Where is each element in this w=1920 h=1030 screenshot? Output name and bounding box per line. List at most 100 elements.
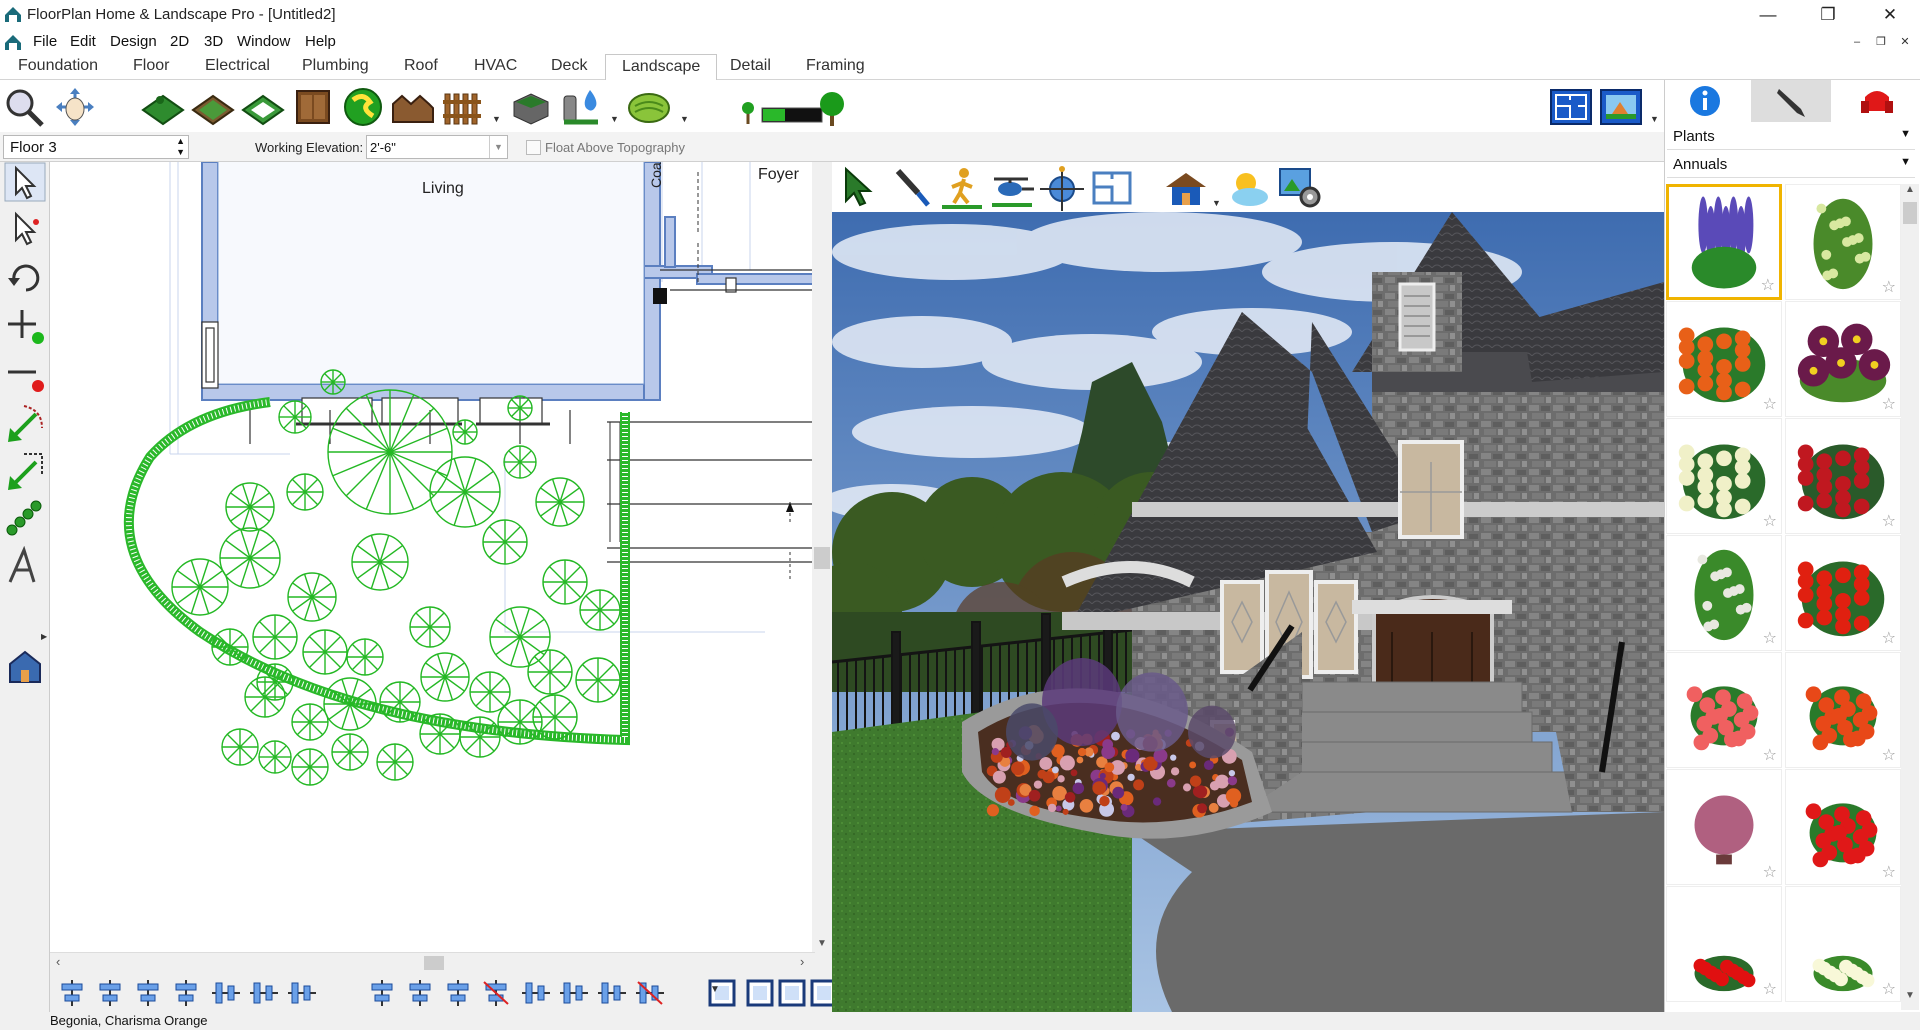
plant-item[interactable]: ☆ xyxy=(1666,418,1782,534)
sprinkler-dropdown-icon[interactable]: ▼ xyxy=(610,114,619,124)
align-top-icon[interactable] xyxy=(210,978,242,1008)
plan-horizontal-scrollbar[interactable]: ‹ › xyxy=(50,952,815,972)
region-icon[interactable] xyxy=(190,86,236,128)
3d-select-arrow-icon[interactable] xyxy=(838,165,886,211)
chevron-down-icon[interactable]: ▼ xyxy=(489,136,507,158)
menu-3d[interactable]: 3D xyxy=(204,33,223,50)
align-left-icon[interactable] xyxy=(56,978,88,1008)
info-tab[interactable] xyxy=(1665,80,1745,122)
pan-hand-icon[interactable] xyxy=(52,86,98,128)
favorite-star-icon[interactable]: ☆ xyxy=(1763,745,1777,765)
align-bottom-icon[interactable] xyxy=(286,978,318,1008)
favorite-star-icon[interactable]: ☆ xyxy=(1882,394,1896,414)
plant-item[interactable]: ☆ xyxy=(1785,535,1901,651)
arc-in-icon[interactable] xyxy=(4,402,46,442)
favorite-star-icon[interactable]: ☆ xyxy=(1763,979,1777,999)
tab-detail[interactable]: Detail xyxy=(730,57,771,75)
fence-icon[interactable] xyxy=(440,86,486,128)
walk-icon[interactable] xyxy=(938,165,986,211)
sun-weather-icon[interactable] xyxy=(1224,165,1272,211)
float-above-topography-checkbox[interactable] xyxy=(526,140,541,155)
furniture-tab[interactable] xyxy=(1837,80,1917,122)
plan-vscroll-thumb[interactable] xyxy=(814,547,830,569)
library-scroll-thumb[interactable] xyxy=(1903,202,1917,224)
mdi-close-button[interactable]: ✕ xyxy=(1894,33,1916,51)
landscape-symbol-icon[interactable] xyxy=(340,86,386,128)
plant-item[interactable]: ☆ xyxy=(1666,652,1782,768)
sprinkler-icon[interactable] xyxy=(558,86,604,128)
zoom-icon[interactable] xyxy=(2,86,48,128)
render-settings-icon[interactable] xyxy=(1276,165,1324,211)
menu-edit[interactable]: Edit xyxy=(70,33,96,50)
restore-button[interactable]: ❐ xyxy=(1798,0,1858,30)
menu-2d[interactable]: 2D xyxy=(170,33,189,50)
distribute-left-icon[interactable] xyxy=(366,978,398,1008)
tab-floor[interactable]: Floor xyxy=(133,57,169,75)
helicopter-icon[interactable] xyxy=(988,165,1036,211)
menu-file[interactable]: File xyxy=(33,33,57,50)
plan-view[interactable]: Living Foyer Coa xyxy=(50,162,815,952)
tab-foundation[interactable]: Foundation xyxy=(18,57,98,75)
plant-item[interactable]: ☆ xyxy=(1666,301,1782,417)
path-icon[interactable] xyxy=(240,86,286,128)
frame-rotate-icon[interactable] xyxy=(776,978,808,1008)
plant-item[interactable]: ☆ xyxy=(1785,886,1901,1002)
favorite-star-icon[interactable]: ☆ xyxy=(1761,275,1775,295)
favorite-star-icon[interactable]: ☆ xyxy=(1763,628,1777,648)
plan-view-icon[interactable] xyxy=(1548,86,1594,128)
tab-hvac[interactable]: HVAC xyxy=(474,57,517,75)
select-arrow-icon[interactable] xyxy=(4,162,46,202)
fence-dropdown-icon[interactable]: ▼ xyxy=(492,114,501,124)
plan-hscroll-thumb[interactable] xyxy=(424,956,444,970)
favorite-star-icon[interactable]: ☆ xyxy=(1882,745,1896,765)
pen-tab[interactable] xyxy=(1751,80,1831,122)
plant-growth-slider[interactable] xyxy=(736,86,850,128)
cabinet-icon[interactable] xyxy=(290,86,336,128)
distribute-right-icon[interactable] xyxy=(442,978,474,1008)
library-scrollbar[interactable]: ▲ ▼ xyxy=(1901,184,1919,1010)
view-dropdown-icon[interactable]: ▼ xyxy=(1650,114,1659,124)
3d-view-icon[interactable] xyxy=(1598,86,1644,128)
arc-out-icon[interactable] xyxy=(4,450,46,490)
close-button[interactable]: ✕ xyxy=(1860,0,1920,30)
favorite-star-icon[interactable]: ☆ xyxy=(1882,979,1896,999)
add-point-icon[interactable] xyxy=(4,306,46,346)
favorite-star-icon[interactable]: ☆ xyxy=(1882,277,1896,297)
tab-roof[interactable]: Roof xyxy=(404,57,438,75)
mdi-minimize-button[interactable]: – xyxy=(1846,33,1868,51)
scroll-down-icon[interactable]: ▼ xyxy=(817,938,827,949)
favorite-star-icon[interactable]: ☆ xyxy=(1763,862,1777,882)
distribute-middle-icon[interactable] xyxy=(558,978,590,1008)
house-icon[interactable] xyxy=(4,646,46,686)
scroll-left-icon[interactable]: ‹ xyxy=(56,954,60,969)
delete-point-icon[interactable] xyxy=(4,354,46,394)
align-center-icon[interactable] xyxy=(170,978,202,1008)
orbit-icon[interactable] xyxy=(1038,165,1086,211)
favorite-star-icon[interactable]: ☆ xyxy=(1882,862,1896,882)
tab-framing[interactable]: Framing xyxy=(806,57,865,75)
category-select[interactable]: Plants ▼ xyxy=(1667,124,1915,150)
floor-plan-overlay-icon[interactable] xyxy=(1088,165,1136,211)
select-point-icon[interactable] xyxy=(4,210,46,250)
planter-icon[interactable] xyxy=(508,86,554,128)
distribute-height-icon[interactable] xyxy=(634,978,666,1008)
distribute-center-icon[interactable] xyxy=(404,978,436,1008)
plant-item[interactable]: ☆ xyxy=(1666,184,1782,300)
terrain-icon[interactable] xyxy=(140,86,186,128)
working-elevation-input[interactable]: 2'-6" ▼ xyxy=(366,135,508,159)
eyedropper-icon[interactable] xyxy=(888,165,936,211)
house-view-dropdown-icon[interactable]: ▼ xyxy=(1212,198,1221,208)
plant-item[interactable]: ☆ xyxy=(1785,418,1901,534)
scroll-right-icon[interactable]: › xyxy=(800,954,804,969)
distribute-width-icon[interactable] xyxy=(480,978,512,1008)
floor-select[interactable]: Floor 3 ▲ ▼ xyxy=(3,135,189,159)
align-dropdown-icon[interactable]: ▼ xyxy=(710,984,720,995)
spinner-icon[interactable]: ▲ ▼ xyxy=(176,136,185,158)
menu-design[interactable]: Design xyxy=(110,33,157,50)
align-right-icon[interactable] xyxy=(132,978,164,1008)
wall-icon[interactable] xyxy=(390,86,436,128)
lawn-dropdown-icon[interactable]: ▼ xyxy=(680,114,689,124)
favorite-star-icon[interactable]: ☆ xyxy=(1763,511,1777,531)
tab-electrical[interactable]: Electrical xyxy=(205,57,270,75)
plant-item[interactable]: ☆ xyxy=(1785,301,1901,417)
